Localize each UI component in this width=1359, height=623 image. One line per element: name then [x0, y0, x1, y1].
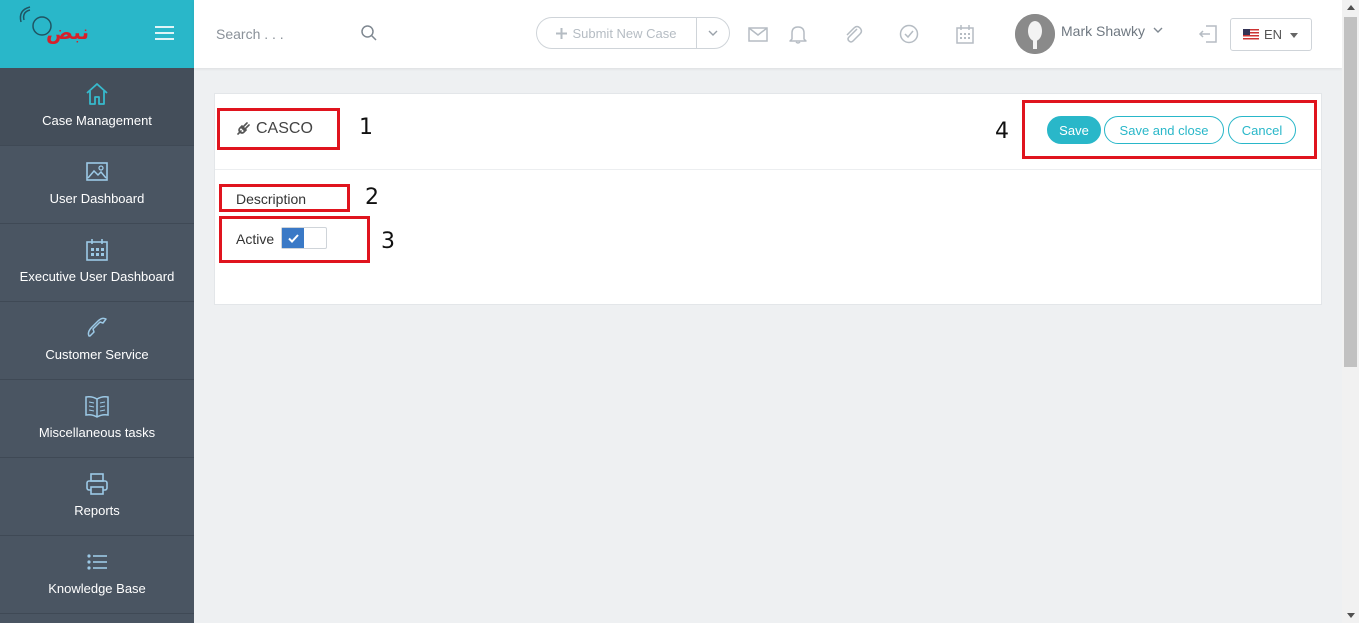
sidebar-item-label: Case Management: [42, 113, 152, 128]
submit-new-case-button[interactable]: Submit New Case: [537, 18, 697, 48]
sidebar-item-label: Reports: [74, 503, 120, 518]
search-input[interactable]: [216, 22, 356, 46]
logout-icon[interactable]: [1197, 23, 1219, 45]
annotation-number-3: 3: [381, 229, 395, 254]
sidebar-item-misc-tasks[interactable]: Miscellaneous tasks: [0, 380, 194, 458]
submit-new-case-label: Submit New Case: [572, 25, 677, 41]
scroll-up-icon[interactable]: [1347, 5, 1355, 10]
mail-icon[interactable]: [747, 23, 769, 45]
scrollbar[interactable]: [1342, 0, 1359, 623]
menu-toggle-icon[interactable]: [155, 26, 174, 40]
logo[interactable]: نبض: [18, 6, 118, 46]
annotation-number-2: 2: [365, 185, 379, 210]
us-flag-icon: [1243, 29, 1259, 40]
check-circle-icon[interactable]: [898, 23, 920, 45]
caret-down-icon: [1290, 33, 1298, 38]
sidebar-item-label: Customer Service: [45, 347, 149, 362]
sidebar: نبض Case Management User Dashboard Execu…: [0, 0, 194, 623]
phone-icon: [87, 317, 107, 337]
sidebar-item-label: Executive User Dashboard: [19, 269, 175, 284]
scroll-thumb[interactable]: [1344, 17, 1357, 367]
paperclip-icon[interactable]: [842, 23, 864, 45]
plus-icon: [556, 27, 568, 39]
printer-icon: [86, 473, 108, 495]
user-silhouette-icon: [1015, 14, 1055, 54]
submit-case-group: Submit New Case: [536, 17, 730, 49]
language-label: EN: [1264, 27, 1283, 42]
top-bar: Submit New Case Mark Shawky EN: [194, 0, 1342, 68]
sidebar-item-label: Knowledge Base: [48, 581, 146, 596]
sidebar-item-user-dashboard[interactable]: User Dashboard: [0, 146, 194, 224]
bell-icon[interactable]: [787, 23, 809, 45]
language-select[interactable]: EN: [1230, 18, 1312, 51]
annotation-number-1: 1: [359, 115, 373, 140]
chevron-down-icon: [708, 30, 718, 36]
sidebar-item-knowledge-base[interactable]: Knowledge Base: [0, 536, 194, 614]
image-icon: [86, 162, 108, 181]
submit-dropdown-toggle[interactable]: [697, 18, 729, 48]
home-icon: [86, 83, 108, 105]
scroll-down-icon[interactable]: [1347, 613, 1355, 618]
search-icon[interactable]: [360, 24, 378, 42]
user-name[interactable]: Mark Shawky: [1061, 23, 1145, 39]
list-icon: [87, 554, 107, 570]
sidebar-item-label: Miscellaneous tasks: [38, 425, 156, 440]
annotation-box-3: [219, 216, 370, 263]
sidebar-item-label: User Dashboard: [49, 191, 145, 206]
annotation-box-4: [1022, 100, 1317, 159]
calendar-icon: [86, 239, 108, 261]
sidebar-item-reports[interactable]: Reports: [0, 458, 194, 536]
logo-bar: نبض: [0, 0, 194, 68]
annotation-box-1: [217, 108, 340, 150]
book-icon: [85, 396, 109, 418]
chevron-down-icon[interactable]: [1153, 27, 1163, 35]
sidebar-item-executive-dashboard[interactable]: Executive User Dashboard: [0, 224, 194, 302]
sidebar-item-customer-service[interactable]: Customer Service: [0, 302, 194, 380]
calendar-icon[interactable]: [954, 23, 976, 45]
svg-text:نبض: نبض: [46, 20, 89, 44]
avatar[interactable]: [1015, 14, 1055, 54]
sidebar-item-case-management[interactable]: Case Management: [0, 68, 194, 146]
annotation-number-4: 4: [995, 119, 1009, 144]
annotation-box-2: [219, 184, 350, 212]
